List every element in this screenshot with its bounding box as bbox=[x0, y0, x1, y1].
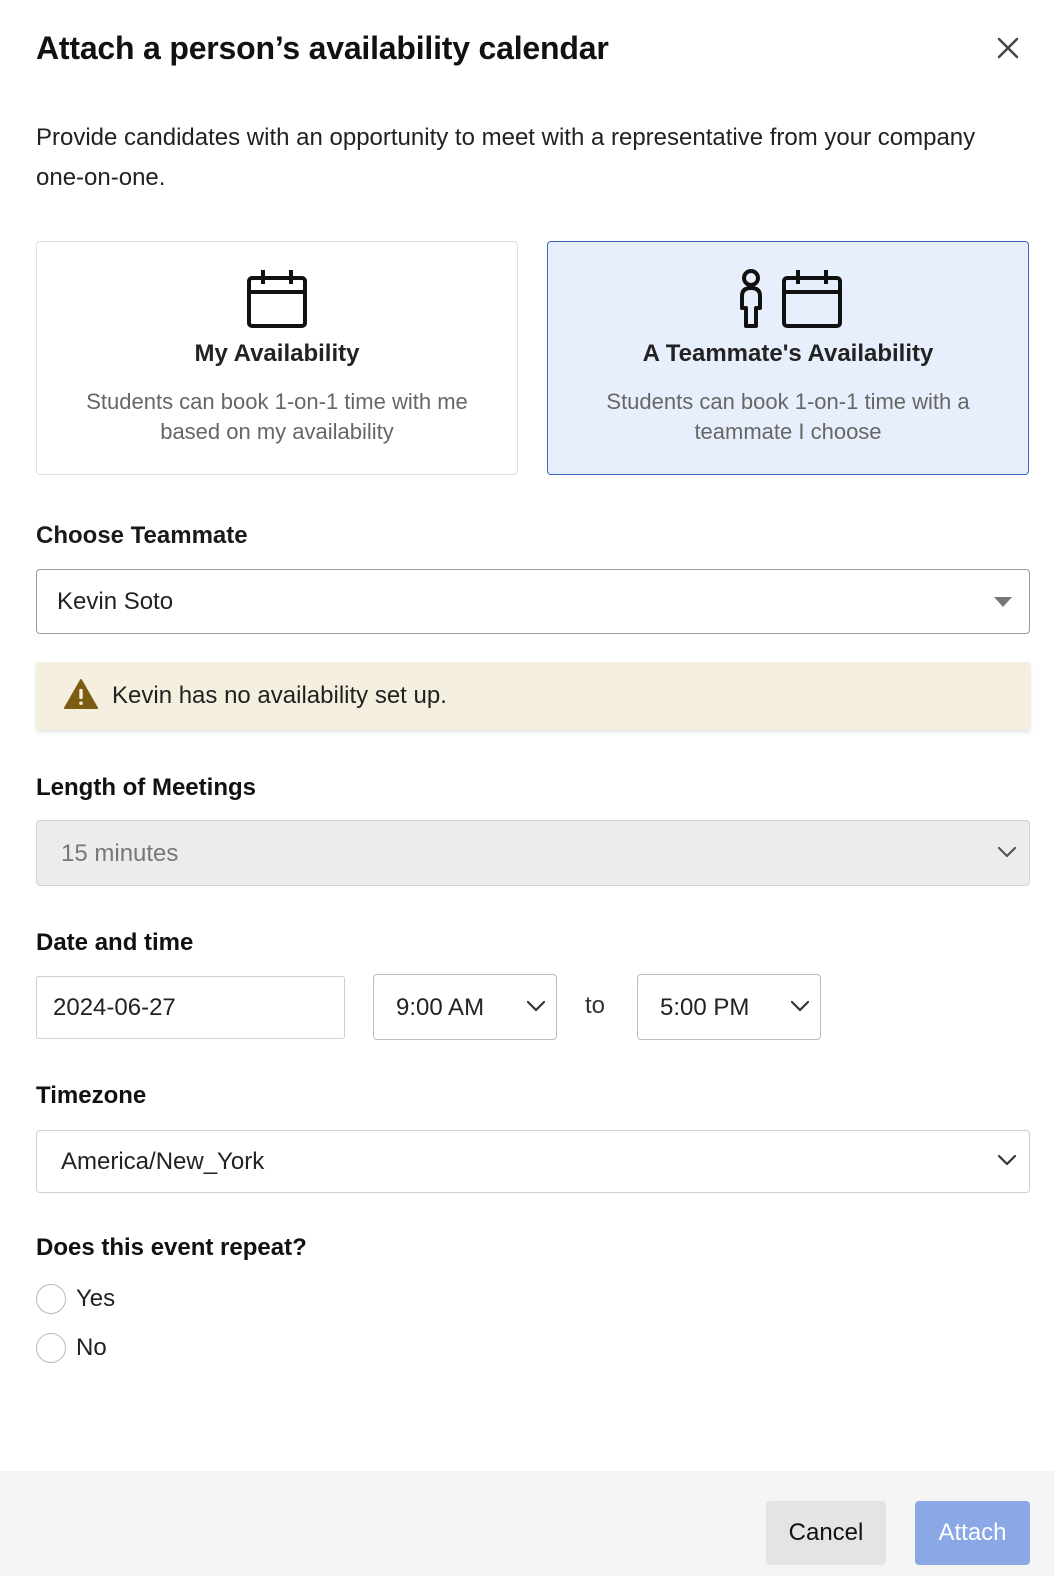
end-time-value: 5:00 PM bbox=[660, 994, 750, 1021]
start-time-value: 9:00 AM bbox=[396, 994, 485, 1021]
my-availability-description: Students can book 1-on-1 time with me ba… bbox=[86, 389, 468, 444]
repeat-yes-label: Yes bbox=[76, 1285, 116, 1312]
close-button[interactable] bbox=[994, 34, 1022, 62]
repeat-yes-radio[interactable]: Yes bbox=[36, 1282, 136, 1314]
date-time-label: Date and time bbox=[36, 929, 194, 956]
attach-button[interactable]: Attach bbox=[915, 1501, 1030, 1565]
chevron-down-icon bbox=[526, 1000, 546, 1012]
chevron-down-icon bbox=[997, 1154, 1017, 1166]
chevron-down-icon bbox=[790, 1000, 810, 1012]
alert-message: Kevin has no availability set up. bbox=[112, 682, 447, 709]
timezone-select[interactable]: America/New_York bbox=[36, 1130, 1030, 1193]
close-icon bbox=[997, 37, 1019, 59]
dialog-title: Attach a person’s availability calendar bbox=[36, 30, 609, 66]
repeat-question-label: Does this event repeat? bbox=[36, 1234, 307, 1261]
repeat-no-radio[interactable]: No bbox=[36, 1331, 136, 1363]
chevron-down-icon bbox=[997, 846, 1017, 858]
calendar-icon bbox=[247, 270, 307, 328]
date-input[interactable]: 2024-06-27 bbox=[36, 976, 345, 1039]
attach-availability-dialog: Attach a person’s availability calendar … bbox=[0, 0, 1054, 1576]
timezone-value: America/New_York bbox=[61, 1148, 265, 1175]
cancel-button[interactable]: Cancel bbox=[766, 1501, 886, 1565]
meeting-length-select: 15 minutes bbox=[36, 820, 1030, 886]
no-availability-alert: Kevin has no availability set up. bbox=[36, 662, 1030, 730]
length-of-meetings-label: Length of Meetings bbox=[36, 774, 256, 801]
my-availability-title: My Availability bbox=[194, 340, 360, 367]
time-range-separator: to bbox=[585, 992, 606, 1019]
teammate-select[interactable]: Kevin Soto bbox=[36, 569, 1030, 634]
repeat-no-label: No bbox=[76, 1334, 107, 1361]
person-calendar-icon bbox=[740, 269, 842, 328]
teammate-availability-title: A Teammate's Availability bbox=[642, 340, 934, 367]
radio-circle[interactable] bbox=[36, 1284, 66, 1314]
teammate-availability-option[interactable]: A Teammate's Availability Students can b… bbox=[547, 241, 1029, 475]
warning-icon bbox=[64, 679, 98, 709]
teammate-select-value: Kevin Soto bbox=[57, 587, 174, 615]
dialog-intro: Provide candidates with an opportunity t… bbox=[36, 124, 976, 191]
caret-down-icon bbox=[994, 596, 1012, 607]
date-input-value: 2024-06-27 bbox=[53, 994, 176, 1021]
dialog-footer: Cancel Attach bbox=[0, 1471, 1054, 1576]
my-availability-option[interactable]: My Availability Students can book 1-on-1… bbox=[36, 241, 518, 475]
start-time-select[interactable]: 9:00 AM bbox=[373, 974, 557, 1040]
choose-teammate-label: Choose Teammate bbox=[36, 522, 248, 549]
timezone-label: Timezone bbox=[36, 1082, 147, 1109]
teammate-availability-description: Students can book 1-on-1 time with a tea… bbox=[606, 389, 970, 444]
meeting-length-value: 15 minutes bbox=[61, 840, 179, 867]
end-time-select[interactable]: 5:00 PM bbox=[637, 974, 821, 1040]
radio-circle[interactable] bbox=[36, 1333, 66, 1363]
